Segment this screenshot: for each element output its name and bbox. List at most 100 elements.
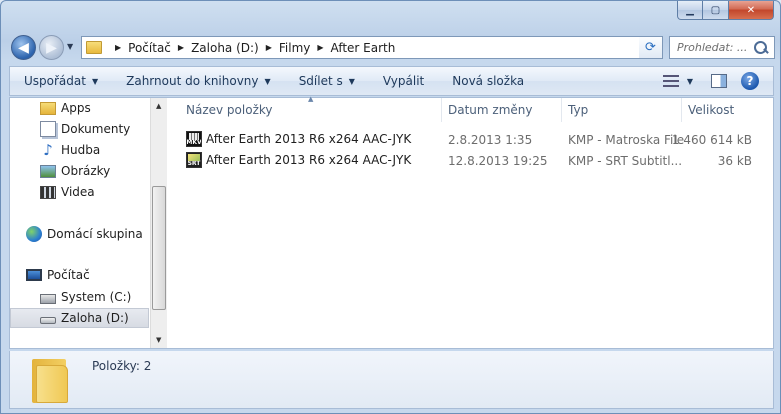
sidebar-item-label: Apps — [61, 101, 91, 115]
column-header-size[interactable]: Velikost — [682, 98, 772, 122]
search-icon[interactable] — [753, 40, 769, 56]
recent-pages-dropdown-icon[interactable]: ▼ — [67, 42, 73, 51]
view-controls: ▼ ? — [653, 67, 773, 95]
videos-icon — [40, 185, 56, 199]
command-bar: Uspořádat ▼ Zahrnout do knihovny ▼ Sdíle… — [9, 66, 774, 96]
chevron-right-icon[interactable]: ▶ — [115, 43, 121, 52]
table-row[interactable]: MKV After Earth 2013 R6 x264 AAC-JYK 2.8… — [186, 130, 766, 150]
pictures-icon — [40, 164, 56, 178]
sidebar-scrollbar[interactable]: ▲ ▼ — [150, 98, 167, 348]
sidebar-item-label: Obrázky — [61, 164, 111, 178]
scrollbar-thumb[interactable] — [152, 186, 166, 310]
file-date: 2.8.2013 1:35 — [448, 133, 533, 147]
chevron-right-icon[interactable]: ▶ — [317, 43, 323, 52]
new-folder-label: Nová složka — [452, 74, 525, 88]
breadcrumb: ▶ Počítač ▶ Zaloha (D:) ▶ Filmy ▶ After … — [108, 41, 395, 55]
file-size: 36 kB — [717, 154, 752, 168]
help-icon[interactable]: ? — [741, 72, 759, 90]
sidebar-item-label: Zaloha (D:) — [61, 311, 129, 325]
file-badge: SRT — [187, 160, 201, 167]
file-name: After Earth 2013 R6 x264 AAC-JYK — [206, 153, 412, 167]
details-pane: Položky: 2 — [9, 351, 774, 409]
explorer-window: ▁ ▢ ✕ ◀ ▶ ▼ ▶ Počítač ▶ Zaloha (D:) ▶ Fi… — [0, 0, 781, 414]
include-in-library-button[interactable]: Zahrnout do knihovny ▼ — [112, 67, 285, 95]
folder-icon — [86, 41, 102, 54]
file-date: 12.8.2013 19:25 — [448, 154, 548, 168]
minimize-button[interactable]: ▁ — [677, 1, 703, 20]
sidebar-item-videos[interactable]: Videa — [40, 182, 95, 202]
navigation-bar: ◀ ▶ ▼ ▶ Počítač ▶ Zaloha (D:) ▶ Filmy ▶ … — [9, 33, 775, 61]
file-name: After Earth 2013 R6 x264 AAC-JYK — [206, 132, 412, 146]
chevron-right-icon[interactable]: ▶ — [178, 43, 184, 52]
back-button[interactable]: ◀ — [11, 35, 36, 60]
folder-icon — [30, 359, 70, 403]
column-headers: ▲ Název položky Datum změny Typ Velikost — [168, 95, 773, 122]
view-options-dropdown-icon[interactable]: ▼ — [683, 67, 697, 95]
column-header-type[interactable]: Typ — [562, 98, 682, 122]
search-input[interactable]: Prohledat: ... — [669, 36, 775, 59]
include-library-label: Zahrnout do knihovny — [126, 74, 259, 88]
breadcrumb-item-computer[interactable]: Počítač — [128, 41, 171, 55]
share-label: Sdílet s — [298, 74, 343, 88]
burn-label: Vypálit — [382, 74, 425, 88]
file-type: KMP - Matroska File — [568, 133, 685, 147]
drive-icon — [40, 317, 56, 324]
computer-icon — [26, 269, 42, 281]
sidebar-item-label: Dokumenty — [61, 122, 131, 136]
documents-icon — [40, 121, 56, 137]
organize-button[interactable]: Uspořádat ▼ — [10, 67, 112, 95]
system-drive-icon — [40, 294, 56, 304]
breadcrumb-item-filmy[interactable]: Filmy — [279, 41, 311, 55]
file-name-cell[interactable]: SRT After Earth 2013 R6 x264 AAC-JYK — [186, 152, 411, 168]
share-with-button[interactable]: Sdílet s ▼ — [285, 67, 369, 95]
column-header-name[interactable]: Název položky — [180, 98, 442, 122]
file-badge: MKV — [186, 139, 202, 146]
items-count: Položky: 2 — [92, 359, 152, 373]
navigation-pane: Apps Dokumenty ♪ Hudba Obrázky Videa Dom… — [10, 98, 167, 348]
scroll-up-icon[interactable]: ▲ — [156, 102, 161, 110]
sidebar-item-system-drive[interactable]: System (C:) — [40, 287, 131, 307]
sidebar-item-apps[interactable]: Apps — [40, 98, 91, 118]
burn-button[interactable]: Vypálit — [369, 67, 438, 95]
sidebar-item-label: System (C:) — [61, 290, 132, 304]
column-header-date[interactable]: Datum změny — [442, 98, 562, 122]
forward-button[interactable]: ▶ — [39, 35, 64, 60]
dropdown-arrow-icon: ▼ — [348, 76, 355, 86]
mkv-file-icon: MKV — [186, 131, 202, 147]
sidebar-item-computer[interactable]: Počítač — [26, 265, 90, 285]
main-area: Apps Dokumenty ♪ Hudba Obrázky Videa Dom… — [9, 95, 774, 349]
sidebar-item-backup-drive[interactable]: Zaloha (D:) — [10, 308, 149, 328]
folder-icon — [40, 101, 56, 115]
breadcrumb-item-drive[interactable]: Zaloha (D:) — [191, 41, 259, 55]
dropdown-arrow-icon: ▼ — [91, 76, 99, 86]
sidebar-item-homegroup[interactable]: Domácí skupina — [26, 224, 143, 244]
close-button[interactable]: ✕ — [729, 1, 774, 20]
caption-buttons: ▁ ▢ ✕ — [677, 1, 774, 20]
refresh-icon[interactable]: ⟳ — [639, 36, 663, 59]
change-view-icon[interactable] — [662, 75, 679, 87]
organize-label: Uspořádat — [24, 74, 86, 88]
breadcrumb-item-after-earth[interactable]: After Earth — [331, 41, 396, 55]
sidebar-item-label: Hudba — [61, 143, 101, 157]
sidebar-item-music[interactable]: ♪ Hudba — [40, 140, 100, 160]
maximize-button[interactable]: ▢ — [703, 1, 729, 20]
sidebar-item-label: Videa — [61, 185, 95, 199]
table-row[interactable]: SRT After Earth 2013 R6 x264 AAC-JYK 12.… — [186, 151, 766, 171]
dropdown-arrow-icon: ▼ — [264, 76, 271, 86]
search-placeholder: Prohledat: ... — [677, 41, 748, 54]
file-name-cell[interactable]: MKV After Earth 2013 R6 x264 AAC-JYK — [186, 131, 411, 147]
preview-pane-icon[interactable] — [711, 74, 727, 88]
new-folder-button[interactable]: Nová složka — [438, 67, 538, 95]
sidebar-item-documents[interactable]: Dokumenty — [40, 119, 130, 139]
chevron-right-icon[interactable]: ▶ — [266, 43, 272, 52]
file-list: ▲ Název položky Datum změny Typ Velikost… — [168, 95, 773, 348]
file-size: 1 460 614 kB — [671, 133, 752, 147]
sidebar-item-label: Počítač — [47, 268, 90, 282]
homegroup-icon — [26, 226, 42, 242]
address-bar[interactable]: ▶ Počítač ▶ Zaloha (D:) ▶ Filmy ▶ After … — [81, 36, 663, 59]
srt-file-icon: SRT — [186, 152, 202, 168]
file-type: KMP - SRT Subtitl... — [568, 154, 683, 168]
scroll-down-icon[interactable]: ▼ — [156, 336, 161, 344]
music-icon: ♪ — [43, 141, 53, 159]
sidebar-item-pictures[interactable]: Obrázky — [40, 161, 110, 181]
